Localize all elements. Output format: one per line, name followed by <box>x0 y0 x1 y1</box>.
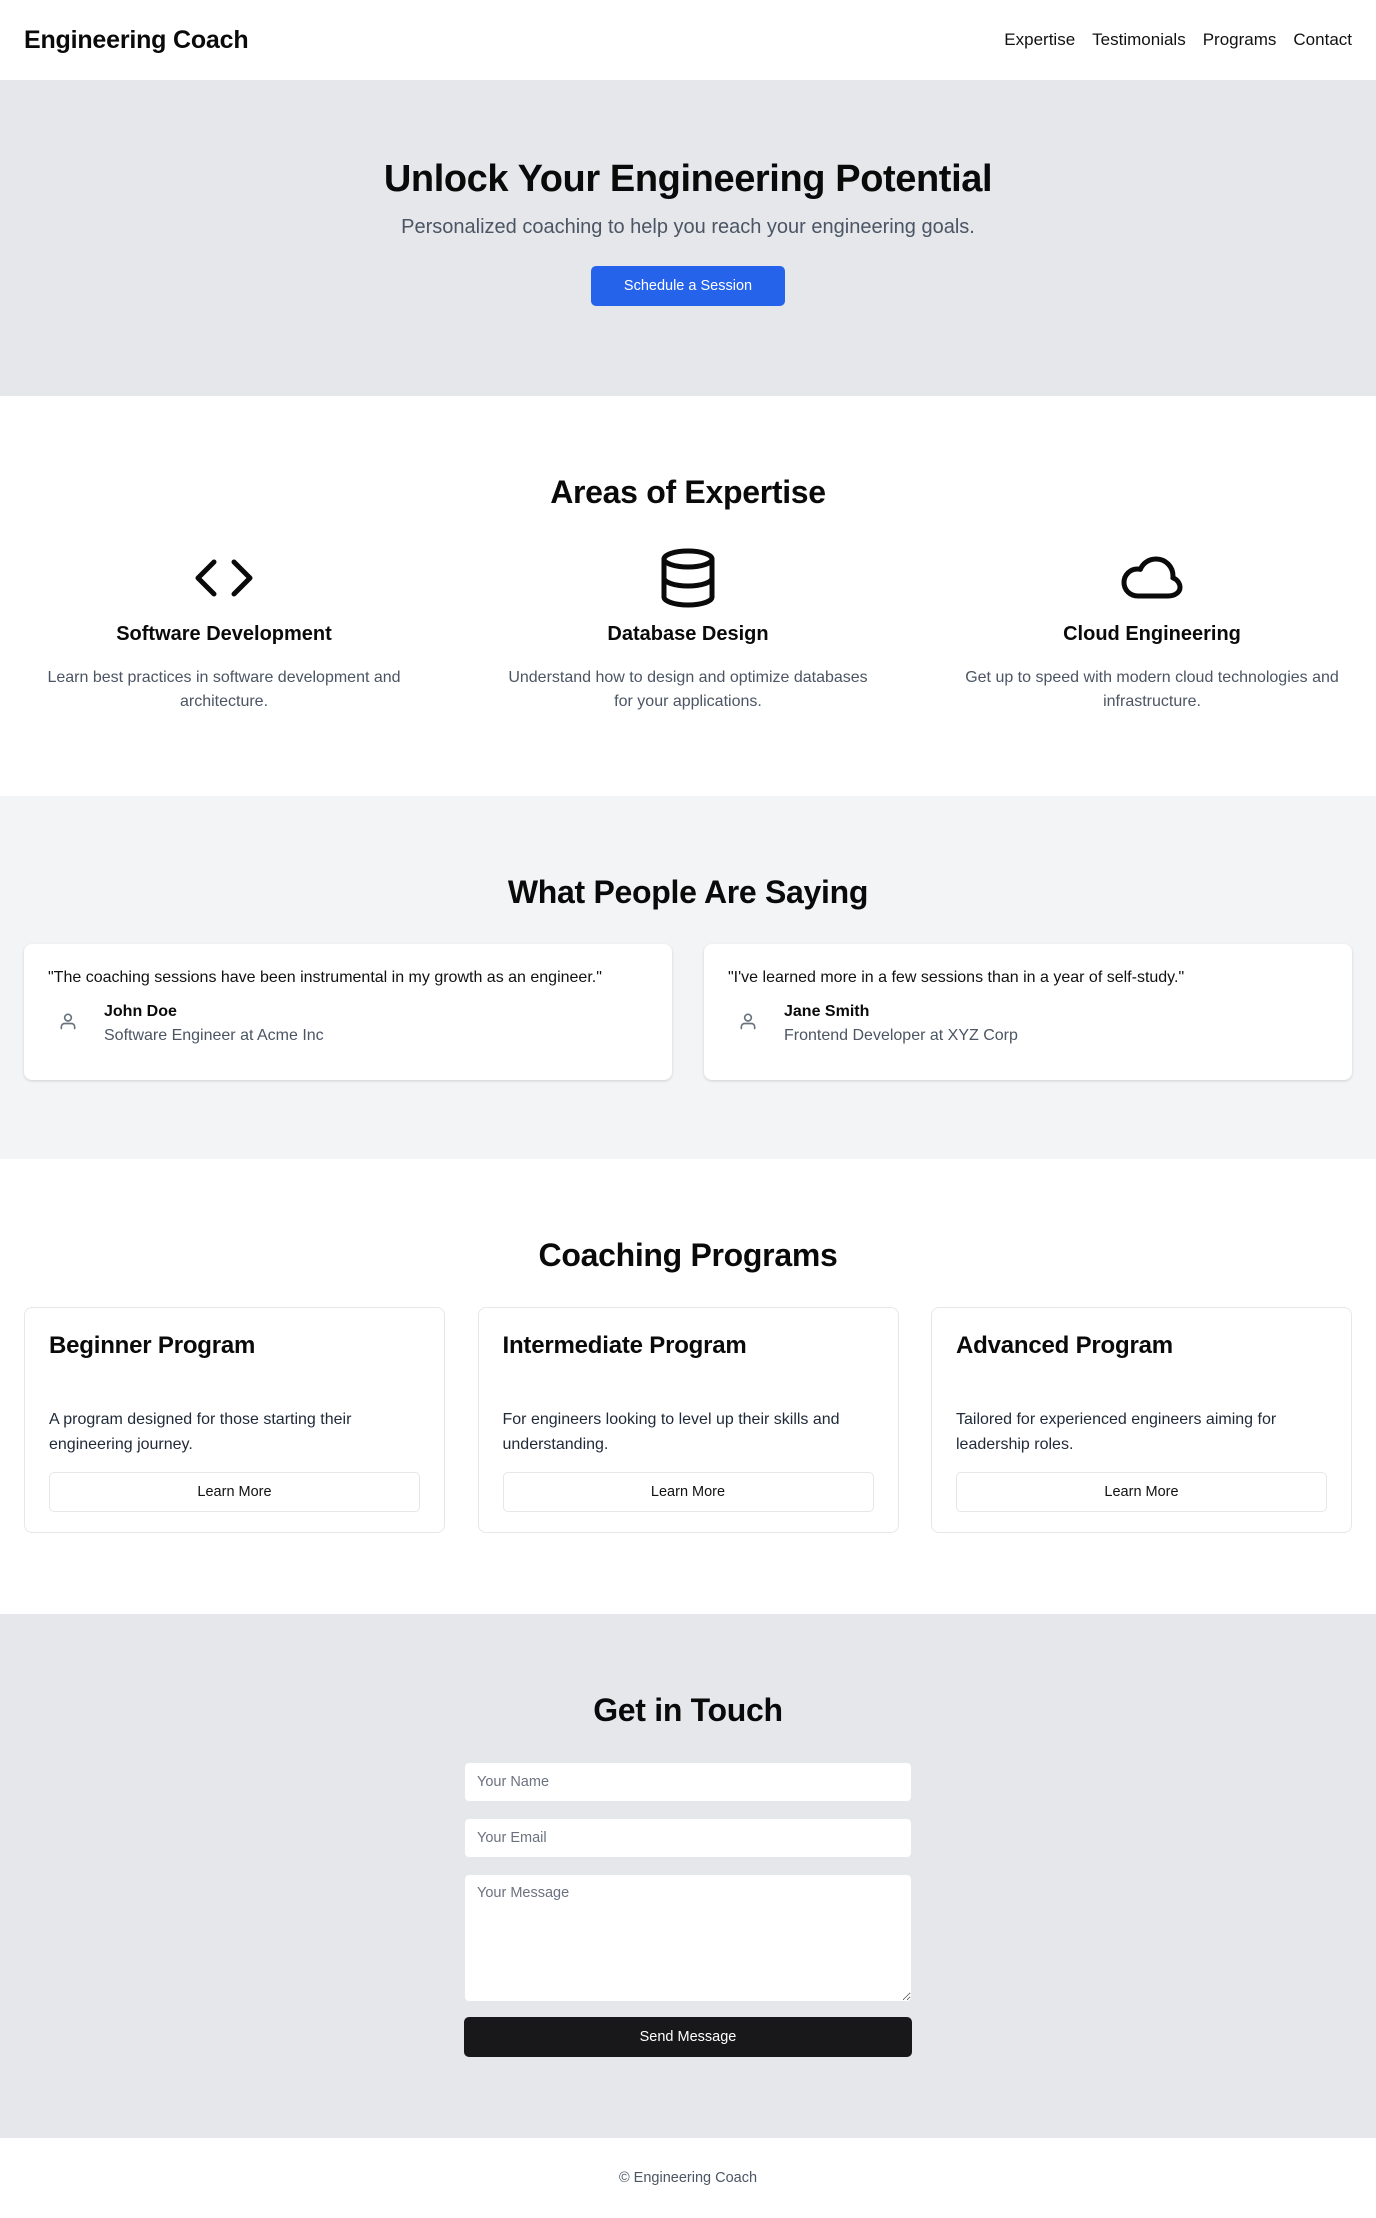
program-desc: For engineers looking to level up their … <box>502 1411 840 1453</box>
user-icon <box>48 1001 88 1041</box>
testimonials-grid: "The coaching sessions have been instrum… <box>0 944 1376 1080</box>
testimonial-person-text: Jane Smith Frontend Developer at XYZ Cor… <box>784 1003 1018 1045</box>
expertise-item-software: Software Development Learn best practice… <box>24 549 424 714</box>
brand-logo-text[interactable]: Engineering Coach <box>24 26 249 55</box>
testimonial-person: John Doe Software Engineer at Acme Inc <box>48 1003 648 1045</box>
learn-more-button[interactable]: Learn More <box>49 1471 420 1512</box>
message-field[interactable] <box>464 1874 912 2002</box>
contact-title: Get in Touch <box>593 1692 783 1728</box>
testimonial-name: Jane Smith <box>784 1003 870 1020</box>
expertise-item-title: Database Design <box>607 623 769 645</box>
programs-grid: Beginner Program A program designed for … <box>0 1307 1376 1533</box>
expertise-item-desc: Learn best practices in software develop… <box>47 669 401 710</box>
footer-copyright: © Engineering Coach <box>618 2170 758 2186</box>
hero-section: Unlock Your Engineering Potential Person… <box>0 80 1376 396</box>
expertise-title: Areas of Expertise <box>550 474 826 510</box>
programs-title: Coaching Programs <box>538 1237 838 1273</box>
expertise-item-title: Cloud Engineering <box>1063 623 1241 645</box>
hero-subtitle: Personalized coaching to help you reach … <box>401 215 975 238</box>
testimonial-quote: "I've learned more in a few sessions tha… <box>728 969 1185 986</box>
program-title: Advanced Program <box>956 1332 1173 1359</box>
program-desc: A program designed for those starting th… <box>49 1411 352 1453</box>
email-field[interactable] <box>464 1818 912 1858</box>
expertise-item-database: Database Design Understand how to design… <box>488 548 888 714</box>
testimonial-quote: "The coaching sessions have been instrum… <box>48 969 602 986</box>
expertise-item-desc: Get up to speed with modern cloud techno… <box>965 669 1339 710</box>
testimonial-role: Software Engineer at Acme Inc <box>104 1027 324 1044</box>
user-icon <box>728 1001 768 1041</box>
cloud-icon <box>952 549 1352 607</box>
nav-link-expertise[interactable]: Expertise <box>1004 30 1075 50</box>
main-nav: Expertise Testimonials Programs Contact <box>1004 30 1352 50</box>
nav-link-testimonials[interactable]: Testimonials <box>1092 30 1186 50</box>
site-header: Engineering Coach Expertise Testimonials… <box>0 0 1376 80</box>
contact-form: Send Message <box>464 1762 912 2057</box>
program-title: Beginner Program <box>49 1332 256 1359</box>
program-card-beginner: Beginner Program A program designed for … <box>24 1307 445 1533</box>
database-icon <box>488 548 888 608</box>
learn-more-button[interactable]: Learn More <box>956 1471 1327 1512</box>
contact-section: Get in Touch Send Message <box>0 1614 1376 2138</box>
program-card-advanced: Advanced Program Tailored for experience… <box>931 1307 1352 1533</box>
expertise-grid: Software Development Learn best practice… <box>0 548 1376 714</box>
program-card-intermediate: Intermediate Program For engineers looki… <box>477 1307 899 1533</box>
code-icon <box>24 549 424 607</box>
expertise-item-desc: Understand how to design and optimize da… <box>508 669 868 710</box>
nav-link-contact[interactable]: Contact <box>1293 30 1352 50</box>
nav-link-programs[interactable]: Programs <box>1203 30 1277 50</box>
name-field[interactable] <box>464 1762 912 1802</box>
testimonials-section: What People Are Saying "The coaching ses… <box>0 796 1376 1159</box>
program-title: Intermediate Program <box>502 1332 747 1359</box>
program-desc: Tailored for experienced engineers aimin… <box>956 1411 1277 1453</box>
expertise-section: Areas of Expertise Software Development … <box>0 396 1376 796</box>
testimonial-role: Frontend Developer at XYZ Corp <box>784 1027 1018 1044</box>
testimonial-card: "The coaching sessions have been instrum… <box>24 944 672 1080</box>
hero-title: Unlock Your Engineering Potential <box>383 158 993 200</box>
testimonial-person: Jane Smith Frontend Developer at XYZ Cor… <box>728 1003 1328 1045</box>
expertise-item-cloud: Cloud Engineering Get up to speed with m… <box>952 549 1352 714</box>
testimonials-title: What People Are Saying <box>507 874 869 910</box>
testimonial-name: John Doe <box>104 1003 177 1020</box>
expertise-item-title: Software Development <box>116 623 332 645</box>
testimonial-card: "I've learned more in a few sessions tha… <box>704 944 1352 1080</box>
testimonial-person-text: John Doe Software Engineer at Acme Inc <box>104 1003 324 1045</box>
site-footer: © Engineering Coach <box>0 2138 1376 2218</box>
programs-section: Coaching Programs Beginner Program A pro… <box>0 1159 1376 1614</box>
send-message-button[interactable]: Send Message <box>464 2017 912 2057</box>
schedule-session-button[interactable]: Schedule a Session <box>591 265 785 306</box>
learn-more-button[interactable]: Learn More <box>502 1471 874 1512</box>
